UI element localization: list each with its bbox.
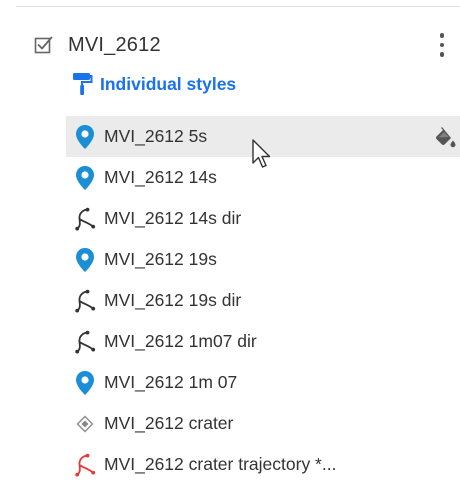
map-pin-icon: [66, 157, 104, 198]
feature-label: MVI_2612 1m 07: [104, 372, 238, 392]
feature-row[interactable]: MVI_2612 19s dir: [66, 280, 460, 321]
feature-label: MVI_2612 19s dir: [104, 290, 242, 310]
feature-row[interactable]: MVI_2612 5s: [66, 116, 460, 157]
layer-title: MVI_2612: [68, 33, 161, 56]
feature-row[interactable]: MVI_2612 14s dir: [66, 198, 460, 239]
feature-label: MVI_2612 5s: [104, 126, 208, 146]
map-pin-icon: [66, 116, 104, 157]
feature-label: MVI_2612 14s: [104, 167, 217, 187]
individual-styles-label: Individual styles: [100, 73, 237, 94]
feature-list: MVI_2612 5s MVI_2612 14s MVI_2612 14s dir M…: [66, 116, 460, 485]
line-path-icon: [66, 198, 104, 239]
feature-label: MVI_2612 19s: [104, 249, 217, 269]
polygon-icon: [66, 403, 104, 444]
feature-row[interactable]: MVI_2612 1m 07: [66, 362, 460, 403]
line-path-icon: [66, 321, 104, 362]
feature-label: MVI_2612 crater: [104, 413, 234, 433]
feature-row[interactable]: MVI_2612 1m07 dir: [66, 321, 460, 362]
feature-label: MVI_2612 14s dir: [104, 208, 242, 228]
map-pin-icon: [66, 362, 104, 403]
feature-label: MVI_2612 crater trajectory *...: [104, 454, 337, 474]
paint-roller-icon: [73, 73, 93, 95]
line-path-icon: [66, 280, 104, 321]
more-vert-icon[interactable]: [432, 30, 452, 60]
layer-header: MVI_2612: [34, 30, 460, 60]
map-pin-icon: [66, 239, 104, 280]
layer-panel: MVI_2612 Individual styles MVI_2612 5s MV…: [0, 0, 460, 496]
checkbox-checked-icon: [34, 36, 53, 54]
feature-label: MVI_2612 1m07 dir: [104, 331, 257, 351]
line-path-icon: [66, 444, 104, 485]
feature-row[interactable]: MVI_2612 14s: [66, 157, 460, 198]
feature-row[interactable]: MVI_2612 19s: [66, 239, 460, 280]
paint-bucket-icon[interactable]: [432, 124, 458, 150]
feature-row[interactable]: MVI_2612 crater trajectory *...: [66, 444, 460, 485]
top-divider: [16, 6, 460, 7]
individual-styles-link[interactable]: Individual styles: [72, 70, 236, 98]
feature-row[interactable]: MVI_2612 crater: [66, 403, 460, 444]
layer-visibility-checkbox[interactable]: [34, 35, 54, 55]
